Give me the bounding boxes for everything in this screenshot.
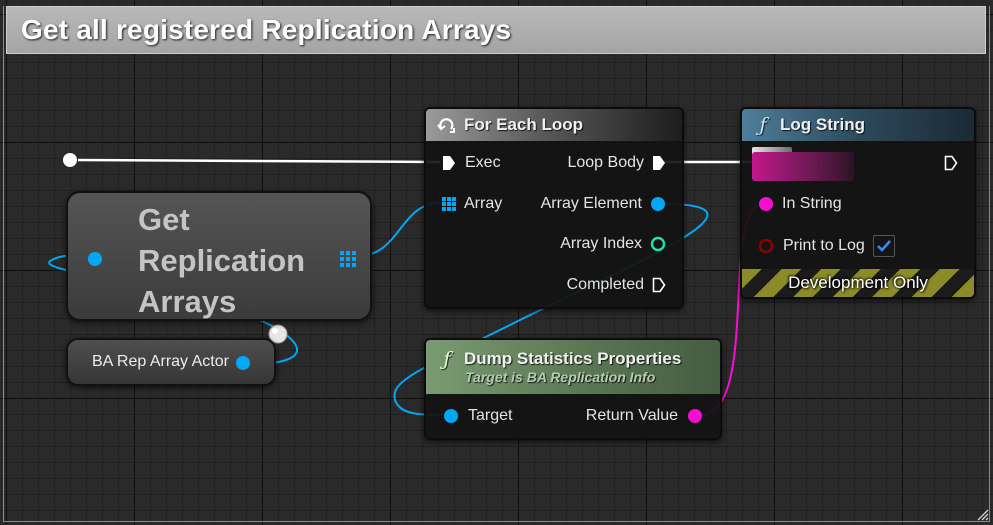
dump-statistics-subtitle: Target is BA Replication Info [465, 369, 656, 385]
loop-arrows-icon [436, 115, 458, 135]
int-output-pin-icon [650, 236, 666, 252]
title-line-2: Replication [138, 243, 306, 278]
title-line-3: Arrays [138, 284, 237, 319]
return-value-label: Return Value [585, 407, 678, 424]
string-output-pin-icon [688, 409, 702, 423]
actor-output-pin[interactable] [234, 354, 252, 372]
development-only-banner: Development Only [742, 269, 974, 297]
exec-pin-row[interactable]: Exec [442, 154, 501, 172]
array-index-pin-row[interactable]: Array Index [560, 235, 666, 253]
array-output-pin[interactable] [340, 251, 356, 267]
log-string-title: Log String [780, 115, 865, 134]
bool-input-pin-icon [758, 238, 774, 254]
exec-output-pin[interactable] [944, 155, 958, 171]
dump-statistics-node[interactable]: ƒ Dump Statistics Properties Target is B… [424, 338, 722, 440]
array-pin-label: Array [464, 195, 503, 212]
ba-rep-array-actor-node[interactable]: BA Rep Array Actor [66, 338, 276, 386]
in-string-label: In String [782, 195, 842, 212]
function-f-icon: ƒ [759, 114, 767, 136]
print-to-log-checkbox[interactable] [872, 235, 895, 257]
target-pin-row[interactable]: Target [442, 407, 512, 425]
print-to-log-pin-row[interactable]: Print to Log [758, 235, 895, 257]
for-each-loop-title: For Each Loop [464, 115, 583, 134]
ba-rep-array-actor-label: BA Rep Array Actor [92, 353, 229, 370]
log-string-node[interactable]: ƒ Log String In String Print to Log Deve… [740, 107, 976, 299]
array-element-pin-row[interactable]: Array Element [541, 195, 666, 213]
exec-wire-reroute-to-foreach [77, 158, 441, 164]
loop-body-pin-row[interactable]: Loop Body [567, 154, 666, 172]
function-f-icon: ƒ [443, 348, 451, 370]
for-each-loop-header[interactable]: For Each Loop [426, 109, 682, 141]
in-string-pin-row[interactable]: In String [758, 195, 842, 213]
array-pin-row[interactable]: Array [442, 195, 502, 213]
exec-reroute-knot [63, 153, 77, 167]
target-pin[interactable] [85, 249, 105, 269]
object-input-pin-icon [444, 409, 458, 423]
completed-pin-row[interactable]: Completed [567, 276, 666, 294]
for-each-loop-node[interactable]: For Each Loop Exec Array Loop Body Array… [424, 107, 684, 309]
completed-label: Completed [566, 276, 644, 293]
exec-input-icon [443, 156, 455, 170]
object-output-pin-icon [651, 197, 665, 211]
dump-statistics-header[interactable]: ƒ Dump Statistics Properties Target is B… [426, 340, 720, 394]
checkmark-icon [876, 240, 891, 252]
exec-output-icon [653, 156, 665, 170]
target-label: Target [468, 407, 513, 424]
array-grid-icon [442, 197, 456, 211]
loop-body-label: Loop Body [567, 154, 644, 171]
development-only-label: Development Only [788, 273, 928, 292]
print-to-log-label: Print to Log [783, 237, 865, 254]
return-value-pin-row[interactable]: Return Value [586, 407, 704, 425]
get-replication-arrays-title: Get Replication Arrays [138, 199, 338, 322]
log-string-header[interactable]: ƒ Log String [742, 109, 974, 141]
dump-statistics-title: Dump Statistics Properties [464, 349, 682, 368]
resize-grip-icon[interactable] [975, 507, 989, 521]
get-replication-arrays-node[interactable]: Get Replication Arrays [66, 191, 372, 321]
title-line-1: Get [138, 202, 190, 237]
exec-output-empty-icon [652, 277, 666, 293]
array-element-label: Array Element [540, 195, 642, 212]
string-input-pin-icon [759, 197, 773, 211]
exec-pin-label: Exec [465, 154, 501, 171]
in-string-highlight [752, 152, 854, 181]
array-index-label: Array Index [560, 235, 642, 252]
